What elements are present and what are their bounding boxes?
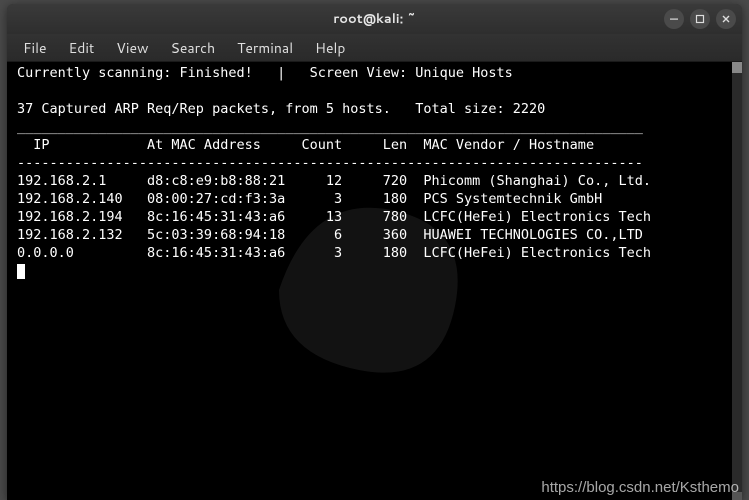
output-row: 192.168.2.132 5c:03:39:68:94:18 6 360 HU… — [17, 227, 643, 243]
menu-help[interactable]: Help — [305, 34, 355, 62]
menu-edit[interactable]: Edit — [59, 34, 105, 62]
terminal-area[interactable]: Currently scanning: Finished! | Screen V… — [7, 62, 742, 500]
scrollbar[interactable] — [732, 62, 742, 500]
menu-terminal[interactable]: Terminal — [227, 34, 303, 62]
terminal-cursor — [17, 264, 25, 279]
output-row: 0.0.0.0 8c:16:45:31:43:a6 3 180 LCFC(HeF… — [17, 245, 651, 261]
window-title: root@kali: ~ — [7, 10, 742, 28]
output-separator: ________________________________________… — [17, 119, 643, 135]
output-line: Currently scanning: Finished! | Screen V… — [17, 65, 513, 81]
menu-search[interactable]: Search — [161, 34, 226, 62]
output-row: 192.168.2.1 d8:c8:e9:b8:88:21 12 720 Phi… — [17, 173, 651, 189]
maximize-button[interactable] — [690, 9, 710, 29]
output-row: 192.168.2.194 8c:16:45:31:43:a6 13 780 L… — [17, 209, 651, 225]
output-line: 37 Captured ARP Req/Rep packets, from 5 … — [17, 101, 545, 117]
menu-file[interactable]: File — [13, 34, 57, 62]
titlebar[interactable]: root@kali: ~ — [7, 4, 742, 34]
window-controls — [664, 9, 736, 29]
close-button[interactable] — [716, 9, 736, 29]
output-separator: ----------------------------------------… — [17, 155, 643, 171]
terminal-output: Currently scanning: Finished! | Screen V… — [7, 62, 742, 282]
output-row: 192.168.2.140 08:00:27:cd:f3:3a 3 180 PC… — [17, 191, 602, 207]
menu-view[interactable]: View — [106, 34, 158, 62]
minimize-button[interactable] — [664, 9, 684, 29]
menubar: File Edit View Search Terminal Help — [7, 34, 742, 62]
terminal-window: root@kali: ~ File Edit View Search Termi… — [7, 4, 742, 500]
scrollbar-thumb[interactable] — [732, 62, 742, 73]
output-header: IP At MAC Address Count Len MAC Vendor /… — [17, 137, 594, 153]
scrollbar-bottom[interactable] — [732, 492, 742, 500]
